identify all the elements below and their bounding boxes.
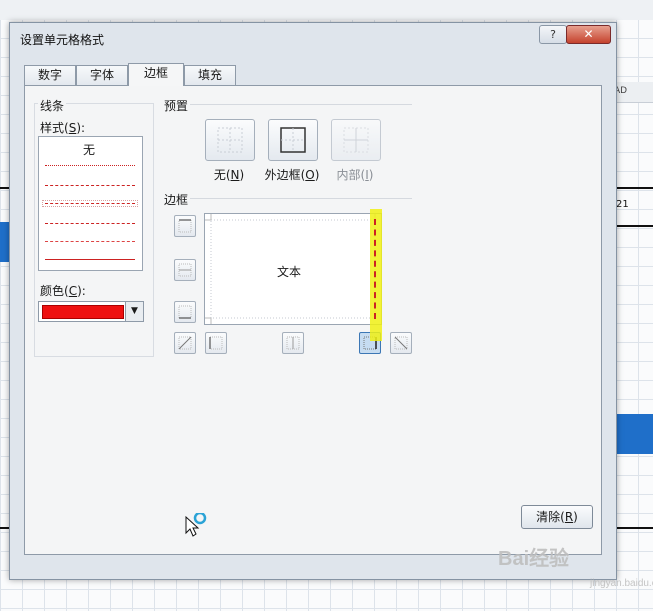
dropdown-arrow-icon[interactable]: ▼	[125, 302, 143, 321]
border-inside-vertical-button[interactable]	[282, 332, 304, 354]
style-label: 样式(S):	[40, 121, 86, 135]
tab-border[interactable]: 边框	[128, 63, 184, 86]
clear-button[interactable]: 清除(R)	[521, 505, 593, 529]
dialog-title: 设置单元格格式	[20, 33, 105, 47]
border-bottom-icon	[178, 305, 192, 319]
line-style-hairline[interactable]	[45, 165, 135, 166]
help-icon: ?	[550, 28, 556, 41]
tab-fill[interactable]: 填充	[184, 65, 236, 85]
presets-divider	[190, 104, 412, 105]
border-left-button[interactable]	[205, 332, 227, 354]
preset-none-icon	[217, 127, 243, 153]
cell-value: 21	[616, 199, 629, 210]
border-divider	[190, 198, 412, 199]
color-label: 颜色(C):	[40, 284, 86, 298]
border-left-icon	[209, 336, 223, 350]
close-button[interactable]: ✕	[566, 25, 611, 44]
tab-number[interactable]: 数字	[24, 65, 76, 85]
watermark-domain: jingyan.baidu.com	[590, 578, 653, 589]
style-none-option[interactable]: 无	[83, 141, 95, 158]
preview-right-border	[374, 219, 376, 319]
preset-inside-icon	[343, 127, 369, 153]
selected-color-swatch	[42, 305, 124, 319]
line-style-dashdot[interactable]	[45, 223, 135, 224]
preset-none-button[interactable]	[205, 119, 255, 161]
selected-cell-right	[613, 414, 653, 454]
preset-outline-icon	[280, 127, 306, 153]
border-group-label: 边框	[164, 193, 189, 207]
line-group-label: 线条	[38, 97, 67, 114]
tab-font[interactable]: 字体	[76, 65, 128, 85]
preset-outline-button[interactable]	[268, 119, 318, 161]
highlight-marker	[370, 209, 382, 341]
preview-sample-text: 文本	[277, 265, 302, 279]
preset-inside-label: 内部(I)	[336, 168, 374, 182]
busy-cursor-icon	[185, 513, 207, 537]
border-bottom-button[interactable]	[174, 301, 196, 323]
border-top-button[interactable]	[174, 215, 196, 237]
border-inside-horizontal-button[interactable]	[174, 259, 196, 281]
line-style-dashed[interactable]	[45, 185, 135, 186]
dialog-titlebar[interactable]: 设置单元格格式 ? ✕	[10, 23, 616, 51]
diagonal-down-icon	[394, 336, 408, 350]
preset-inside-button[interactable]	[331, 119, 381, 161]
line-style-dash-light[interactable]	[45, 241, 135, 242]
border-middle-icon	[178, 263, 192, 277]
border-center-icon	[286, 336, 300, 350]
border-top-icon	[178, 219, 192, 233]
border-diagonal-up-button[interactable]	[174, 332, 196, 354]
help-button[interactable]: ?	[539, 25, 567, 44]
line-style-list[interactable]: 无	[38, 136, 143, 271]
format-cells-dialog: 设置单元格格式 ? ✕ 数字 字体 边框 填充 线条 样式(S): 无 颜色(C…	[9, 22, 617, 580]
color-dropdown[interactable]: ▼	[38, 301, 144, 322]
line-style-thin[interactable]	[45, 259, 135, 260]
sheet-top-bar	[0, 0, 653, 20]
diagonal-up-icon	[178, 336, 192, 350]
close-icon: ✕	[583, 27, 594, 41]
presets-group-label: 预置	[164, 99, 189, 113]
line-style-dashdotdot[interactable]	[42, 200, 138, 207]
watermark-logo: Bai经验	[498, 548, 570, 570]
border-preview[interactable]: 文本	[204, 213, 382, 325]
selected-cell-left	[0, 222, 9, 262]
border-diagonal-down-button[interactable]	[390, 332, 412, 354]
